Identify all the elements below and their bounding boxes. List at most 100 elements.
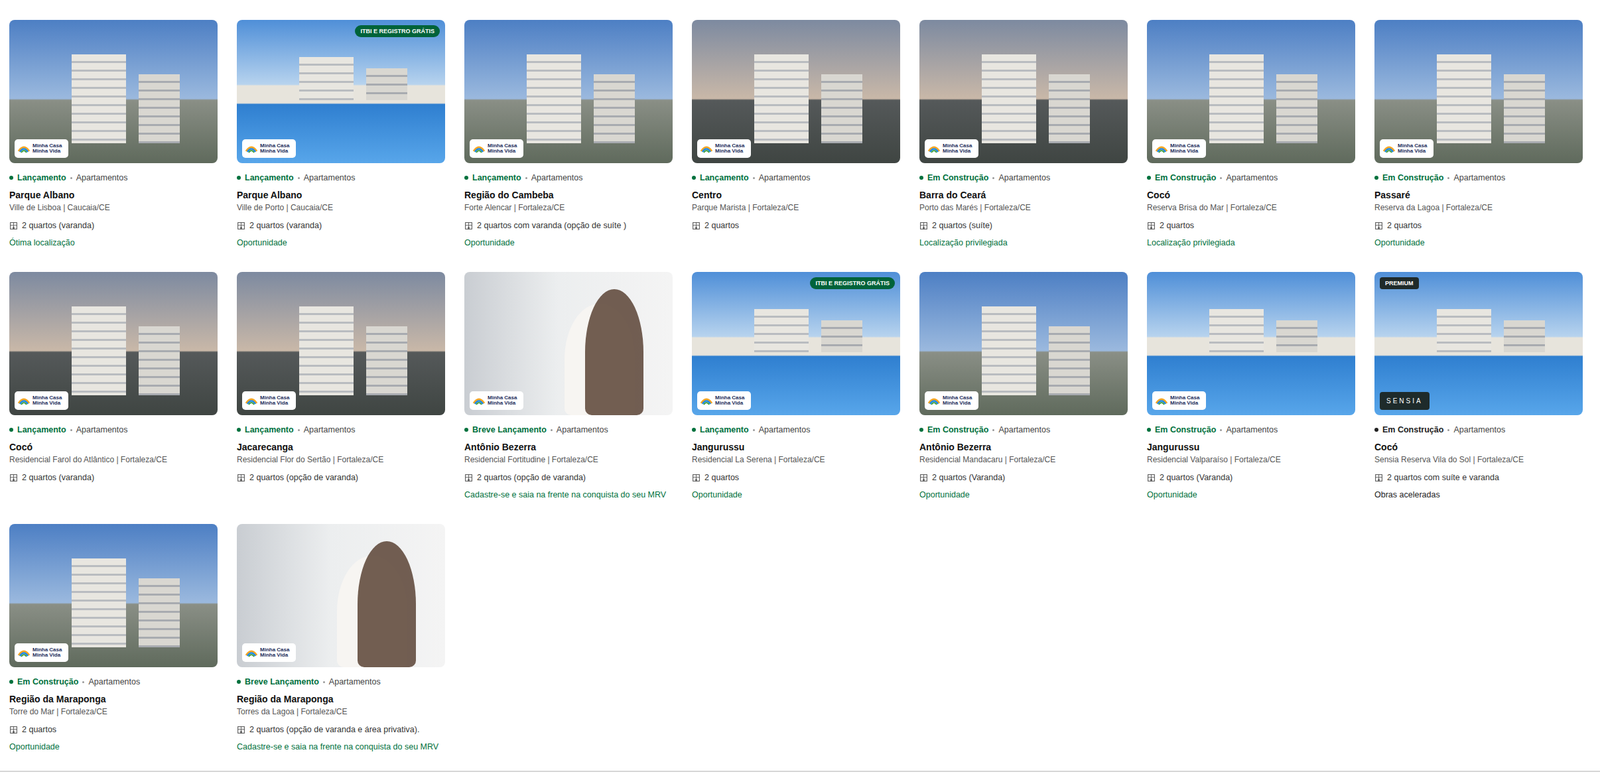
property-type: Apartamentos — [1225, 423, 1278, 437]
property-photo[interactable]: Minha Casa Minha Vida — [9, 524, 218, 668]
building-icon — [9, 221, 18, 231]
property-photo[interactable]: Minha Casa Minha Vida — [236, 271, 446, 416]
neighborhood-title[interactable]: Região da Maraponga — [9, 692, 218, 706]
separator-dot — [525, 177, 528, 180]
separator-dot — [297, 177, 300, 180]
neighborhood-title[interactable]: Parque Albano — [236, 188, 446, 202]
mcmv-badge: Minha Casa Minha Vida — [469, 391, 524, 410]
neighborhood-title[interactable]: Parque Albano — [9, 188, 218, 202]
property-type: Apartamentos — [76, 423, 129, 437]
status-line: Lançamento Apartamentos — [9, 423, 218, 437]
neighborhood-title[interactable]: Jacarecanga — [236, 440, 446, 454]
property-photo[interactable]: ITBI E REGISTRO GRÁTIS Minha Casa Minha … — [236, 19, 446, 164]
building-shape — [1436, 309, 1492, 353]
property-card[interactable]: ITBI E REGISTRO GRÁTIS Minha Casa Minha … — [691, 271, 901, 502]
neighborhood-title[interactable]: Jangurussu — [691, 440, 901, 454]
status-dot — [919, 175, 924, 180]
mcmv-badge: Minha Casa Minha Vida — [924, 391, 979, 410]
neighborhood-title[interactable]: Jangurussu — [1146, 440, 1356, 454]
property-card[interactable]: PREMIUM SENSIA Em Construção Apartamento… — [1374, 271, 1583, 502]
building-icon — [691, 473, 701, 483]
building-shape — [821, 74, 864, 144]
highlight-label: Ótima localização — [9, 236, 218, 250]
property-card[interactable]: Minha Casa Minha Vida Lançamento Apartam… — [691, 19, 901, 250]
property-photo[interactable]: Minha Casa Minha Vida — [464, 19, 673, 164]
property-photo[interactable]: Minha Casa Minha Vida — [464, 271, 673, 416]
property-card[interactable]: Minha Casa Minha Vida Em Construção Apar… — [1146, 271, 1356, 502]
property-photo[interactable]: Minha Casa Minha Vida — [919, 271, 1128, 416]
neighborhood-title[interactable]: Região do Cambeba — [464, 188, 673, 202]
neighborhood-title[interactable]: Antônio Bezerra — [919, 440, 1128, 454]
property-photo[interactable]: Minha Casa Minha Vida — [236, 524, 446, 668]
property-type: Apartamentos — [88, 675, 140, 689]
mcmv-logo-icon — [1382, 141, 1396, 156]
property-card[interactable]: Minha Casa Minha Vida Em Construção Apar… — [1374, 19, 1583, 250]
building-icon — [691, 221, 701, 231]
property-photo[interactable]: Minha Casa Minha Vida — [9, 19, 218, 164]
property-photo[interactable]: Minha Casa Minha Vida — [1146, 271, 1356, 416]
property-type: Apartamentos — [1225, 171, 1278, 185]
property-card[interactable]: Minha Casa Minha Vida Lançamento Apartam… — [9, 271, 218, 502]
status-label: Em Construção — [1382, 423, 1444, 437]
status-line: Lançamento Apartamentos — [236, 423, 446, 437]
neighborhood-title[interactable]: Cocó — [1374, 440, 1583, 454]
neighborhood-title[interactable]: Cocó — [9, 440, 218, 454]
rooms-label: 2 quartos (varanda) — [249, 218, 322, 233]
project-location: Parque Marista | Fortaleza/CE — [691, 201, 901, 214]
footer-divider — [0, 770, 1600, 773]
status-dot — [9, 175, 14, 180]
status-line: Em Construção Apartamentos — [1374, 423, 1583, 437]
property-card[interactable]: Minha Casa Minha Vida Lançamento Apartam… — [9, 19, 218, 250]
status-label: Lançamento — [699, 171, 749, 185]
sensia-badge: SENSIA — [1379, 392, 1430, 410]
property-photo[interactable]: Minha Casa Minha Vida — [919, 19, 1128, 164]
listing-page: Minha Casa Minha Vida Lançamento Apartam… — [0, 0, 1600, 773]
property-photo[interactable]: Minha Casa Minha Vida — [9, 271, 218, 416]
property-card[interactable]: Minha Casa Minha Vida Lançamento Apartam… — [236, 271, 446, 502]
status-label: Lançamento — [699, 423, 749, 437]
mcmv-badge: Minha Casa Minha Vida — [697, 139, 751, 158]
property-card[interactable]: Minha Casa Minha Vida Breve Lançamento A… — [236, 524, 446, 754]
building-shape — [366, 326, 408, 396]
property-card[interactable]: Minha Casa Minha Vida Em Construção Apar… — [919, 271, 1128, 502]
highlight-label: Oportunidade — [9, 740, 218, 754]
separator-dot — [1447, 429, 1450, 432]
building-shape — [366, 68, 408, 101]
mcmv-badge: Minha Casa Minha Vida — [469, 139, 524, 158]
property-card[interactable]: ITBI E REGISTRO GRÁTIS Minha Casa Minha … — [236, 19, 446, 250]
property-photo[interactable]: ITBI E REGISTRO GRÁTIS Minha Casa Minha … — [691, 271, 901, 416]
building-shape — [71, 54, 127, 144]
neighborhood-title[interactable]: Barra do Ceará — [919, 188, 1128, 202]
property-photo[interactable]: Minha Casa Minha Vida — [1146, 19, 1356, 164]
property-card[interactable]: Minha Casa Minha Vida Em Construção Apar… — [919, 19, 1128, 250]
status-label: Em Construção — [1154, 423, 1216, 437]
building-shape — [981, 54, 1037, 144]
neighborhood-title[interactable]: Região da Maraponga — [236, 692, 446, 706]
building-shape — [1503, 320, 1546, 353]
property-card[interactable]: Minha Casa Minha Vida Em Construção Apar… — [9, 524, 218, 754]
property-type: Apartamentos — [1453, 423, 1506, 437]
rooms-label: 2 quartos — [704, 470, 739, 485]
mcmv-badge: Minha Casa Minha Vida — [1152, 139, 1206, 158]
neighborhood-title[interactable]: Cocó — [1146, 188, 1356, 202]
status-line: Em Construção Apartamentos — [9, 675, 218, 689]
neighborhood-title[interactable]: Antônio Bezerra — [464, 440, 673, 454]
neighborhood-title[interactable]: Passaré — [1374, 188, 1583, 202]
property-photo[interactable]: Minha Casa Minha Vida — [691, 19, 901, 164]
property-card[interactable]: Minha Casa Minha Vida Lançamento Apartam… — [464, 19, 673, 250]
building-shape — [981, 306, 1037, 396]
mcmv-logo-icon — [17, 141, 31, 156]
project-location: Residencial Valparaíso | Fortaleza/CE — [1146, 453, 1356, 466]
separator-dot — [70, 429, 73, 432]
property-card[interactable]: Minha Casa Minha Vida Breve Lançamento A… — [464, 271, 673, 502]
mcmv-badge: Minha Casa Minha Vida — [242, 391, 296, 410]
mcmv-logo-icon — [17, 394, 31, 408]
neighborhood-title[interactable]: Centro — [691, 188, 901, 202]
property-card[interactable]: Minha Casa Minha Vida Em Construção Apar… — [1146, 19, 1356, 250]
property-photo[interactable]: Minha Casa Minha Vida — [1374, 19, 1583, 164]
mcmv-badge: Minha Casa Minha Vida — [924, 139, 979, 158]
property-photo[interactable]: PREMIUM SENSIA — [1374, 271, 1583, 416]
mcmv-logo-icon — [244, 394, 259, 408]
mcmv-logo-icon — [472, 394, 486, 408]
status-label: Em Construção — [17, 675, 79, 689]
